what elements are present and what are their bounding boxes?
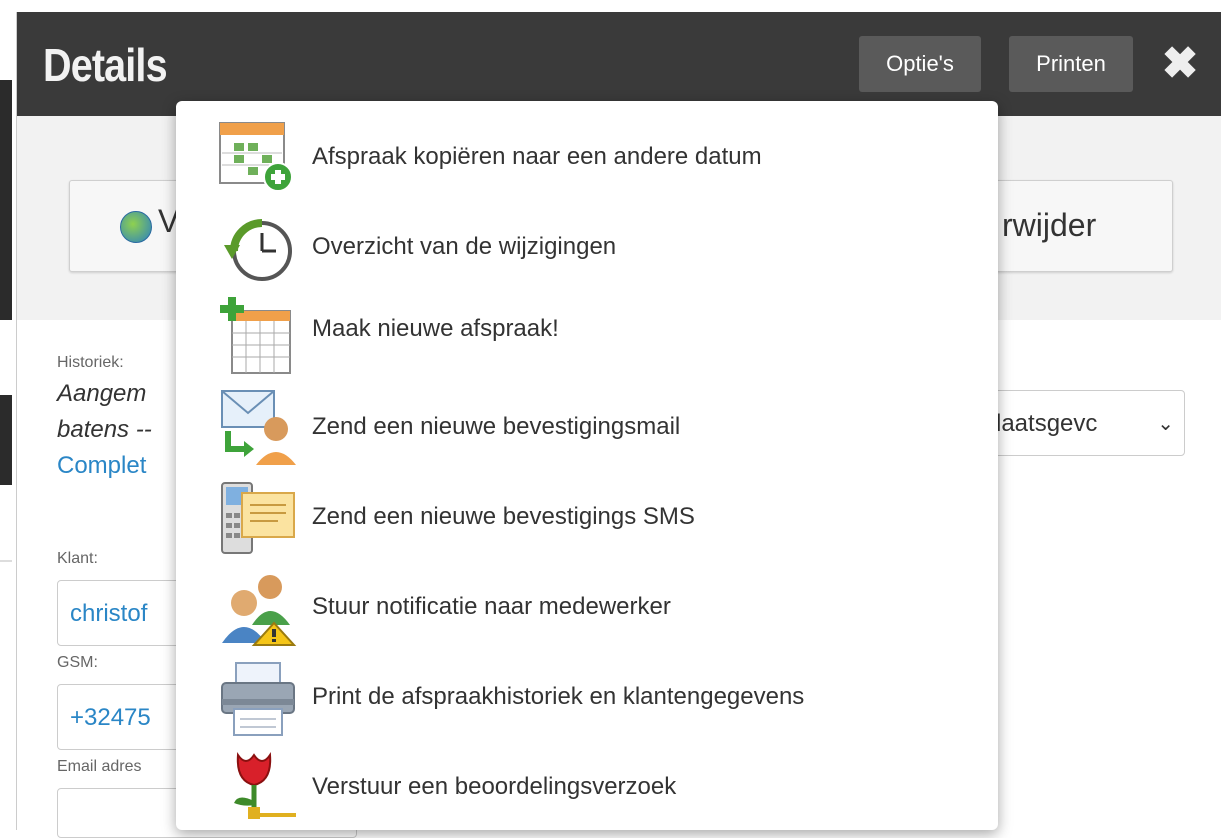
calendar-copy-icon	[219, 122, 293, 192]
history-complete-link[interactable]: Complet	[57, 452, 146, 480]
menu-item-label: Afspraak kopiëren naar een andere datum	[312, 143, 762, 170]
menu-item-copy-appointment[interactable]: Afspraak kopiëren naar een andere datum	[176, 113, 998, 203]
menu-item-change-overview[interactable]: Overzicht van de wijzigingen	[176, 203, 998, 293]
menu-item-label: Zend een nieuwe bevestigingsmail	[312, 413, 681, 440]
menu-item-confirmation-mail[interactable]: Zend een nieuwe bevestigingsmail	[176, 383, 998, 473]
chevron-down-icon: ⌄	[1157, 413, 1174, 435]
print-button[interactable]: Printen	[1009, 36, 1133, 92]
top-edge	[0, 0, 1221, 12]
clock-history-icon	[224, 219, 292, 281]
status-select-value: laatsgevc	[996, 410, 1098, 437]
printer-icon	[221, 662, 295, 736]
calendar-add-icon	[220, 297, 291, 374]
menu-item-print-history[interactable]: Print de afspraakhistoriek en klantengeg…	[176, 653, 998, 743]
phone-sms-icon	[221, 482, 295, 554]
status-select[interactable]: laatsgevc ⌄	[977, 390, 1185, 456]
history-text-line2: batens --	[57, 416, 152, 443]
background-divider	[0, 560, 12, 562]
menu-item-new-appointment[interactable]: Maak nieuwe afspraak!	[176, 293, 998, 383]
menu-item-label: Zend een nieuwe bevestigings SMS	[312, 503, 695, 530]
history-text-line1: Aangem	[57, 380, 147, 407]
menu-item-label: Stuur notificatie naar medewerker	[312, 593, 671, 620]
client-label: Klant:	[57, 550, 98, 567]
history-label: Historiek:	[57, 354, 124, 371]
options-button[interactable]: Optie's	[859, 36, 981, 92]
menu-item-label: Verstuur een beoordelingsverzoek	[312, 773, 677, 800]
menu-item-confirmation-sms[interactable]: Zend een nieuwe bevestigings SMS	[176, 473, 998, 563]
globe-icon	[120, 211, 152, 243]
menu-item-label: Maak nieuwe afspraak!	[312, 315, 559, 342]
background-page-strip	[0, 0, 12, 830]
modal-title: Details	[43, 39, 168, 91]
menu-item-label: Print de afspraakhistoriek en klantengeg…	[312, 683, 805, 710]
gsm-label: GSM:	[57, 654, 98, 671]
menu-item-notify-employee[interactable]: Stuur notificatie naar medewerker	[176, 563, 998, 653]
tulip-review-icon	[234, 752, 296, 819]
email-label: Email adres	[57, 758, 142, 775]
background-block	[0, 80, 12, 320]
users-warning-icon	[222, 575, 297, 646]
menu-item-review-request[interactable]: Verstuur een beoordelingsverzoek	[176, 743, 998, 833]
mail-user-icon	[221, 390, 296, 465]
close-icon[interactable]: ✖	[1158, 42, 1202, 86]
menu-item-label: Overzicht van de wijzigingen	[312, 233, 617, 260]
options-dropdown-menu: Afspraak kopiëren naar een andere datum …	[176, 101, 998, 830]
delete-button-label: rwijder	[1002, 207, 1097, 243]
background-block	[0, 395, 12, 485]
